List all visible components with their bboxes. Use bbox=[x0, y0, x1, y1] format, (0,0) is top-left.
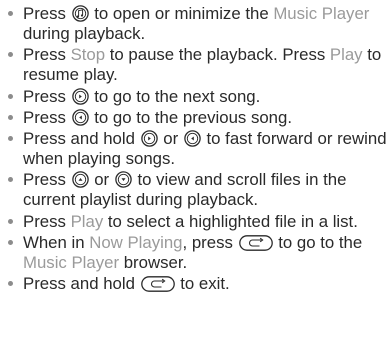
instruction-item: Press to go to the previous song. bbox=[6, 108, 387, 128]
instruction-item: Press and hold or to fast forward or rew… bbox=[6, 129, 387, 169]
music-key-icon bbox=[71, 5, 89, 22]
instruction-text: Press bbox=[23, 86, 71, 106]
ui-term: Play bbox=[329, 45, 363, 65]
instruction-text: When in bbox=[23, 233, 90, 253]
instruction-text: Press bbox=[23, 4, 71, 23]
nav-right-icon bbox=[140, 130, 158, 147]
instruction-text: Press and hold bbox=[23, 274, 140, 294]
nav-left-icon bbox=[71, 109, 89, 126]
instruction-list: Press to open or minimize the Music Play… bbox=[6, 4, 387, 294]
ui-term: Play bbox=[70, 211, 104, 231]
instruction-text: Press bbox=[23, 170, 71, 190]
instruction-text: to pause the playback. Press bbox=[105, 45, 330, 65]
instruction-item: When in Now Playing, press to go to the … bbox=[6, 233, 387, 273]
ui-term: Now Playing bbox=[89, 233, 183, 253]
music-player-instructions-page: Press to open or minimize the Music Play… bbox=[0, 0, 391, 359]
ui-term: Music Player bbox=[23, 253, 120, 273]
instruction-text: to go to the previous song. bbox=[89, 107, 293, 127]
nav-down-icon bbox=[115, 171, 132, 189]
instruction-text: Press bbox=[23, 45, 71, 65]
instruction-text: browser. bbox=[119, 253, 188, 273]
instruction-text: to exit. bbox=[175, 274, 230, 294]
instruction-item: Press to go to the next song. bbox=[6, 87, 387, 107]
instruction-text: to go to the bbox=[273, 233, 363, 253]
instruction-text: or bbox=[89, 170, 114, 190]
instruction-text: or bbox=[158, 129, 183, 149]
instruction-text: to select a highlighted file in a list. bbox=[103, 211, 358, 231]
back-key-icon bbox=[140, 276, 175, 293]
instruction-text: to open or minimize the bbox=[89, 4, 274, 23]
instruction-text: Press bbox=[23, 211, 71, 231]
nav-right-icon bbox=[71, 87, 89, 105]
instruction-item: Press to open or minimize the Music Play… bbox=[6, 4, 387, 44]
ui-term: Music Player bbox=[273, 4, 370, 23]
nav-left-icon bbox=[184, 130, 201, 147]
instruction-text: , press bbox=[182, 233, 238, 253]
instruction-item: Press or to view and scroll files in the… bbox=[6, 170, 387, 210]
instruction-item: Press and hold to exit. bbox=[6, 274, 387, 294]
nav-up-icon bbox=[71, 171, 89, 189]
instruction-text: Press and hold bbox=[23, 129, 140, 149]
ui-term: Stop bbox=[70, 45, 106, 65]
instruction-text: to go to the next song. bbox=[89, 86, 261, 106]
instruction-text: Press bbox=[23, 107, 71, 127]
instruction-item: Press Stop to pause the playback. Press … bbox=[6, 45, 387, 85]
instruction-item: Press Play to select a highlighted file … bbox=[6, 212, 387, 232]
instruction-text: during playback. bbox=[23, 24, 146, 43]
back-key-icon bbox=[238, 235, 273, 251]
